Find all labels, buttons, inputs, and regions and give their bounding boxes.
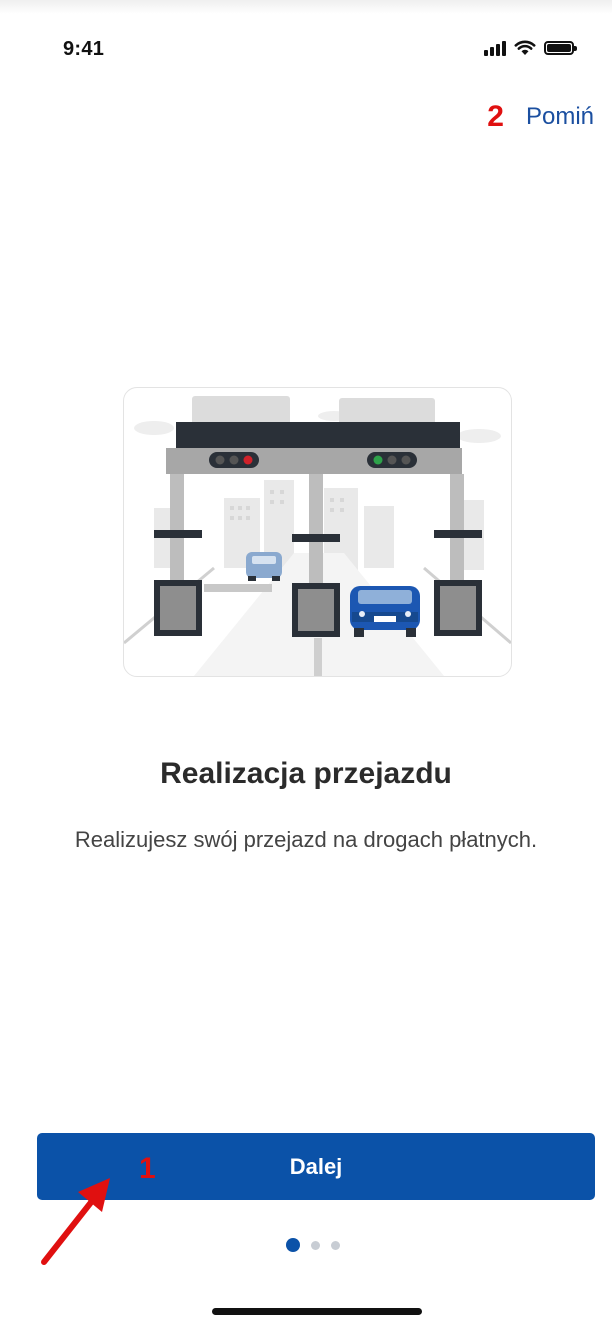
toll-gate-drawing: ↓↓ ↓↓ xyxy=(124,396,511,676)
skip-area: 2 Pomiń xyxy=(487,100,594,134)
page-indicator xyxy=(286,1238,340,1252)
next-button-label: Dalej xyxy=(289,1153,343,1179)
status-bar: 9:41 xyxy=(0,0,612,90)
onboarding-description: Realizujesz swój przejazd na drogach pła… xyxy=(74,827,538,852)
status-icons xyxy=(484,40,577,56)
annotation-arrow-icon xyxy=(41,1178,110,1265)
next-button[interactable]: Dalej xyxy=(37,1133,595,1200)
home-indicator[interactable] xyxy=(212,1308,422,1315)
onboarding-title: Realizacja przejazdu xyxy=(160,757,452,790)
status-time: 9:41 xyxy=(63,38,105,60)
battery-icon xyxy=(544,41,577,55)
page-dot-2 xyxy=(311,1240,320,1250)
toll-gate-illustration: ↓↓ ↓↓ xyxy=(123,387,512,677)
annotation-marker-2: 2 xyxy=(487,100,504,133)
page-dot-1 xyxy=(286,1238,300,1252)
cellular-signal-icon xyxy=(484,40,506,56)
wifi-icon xyxy=(514,40,536,55)
page-dot-3 xyxy=(331,1240,340,1250)
annotation-marker-1: 1 xyxy=(139,1152,156,1185)
skip-button[interactable]: Pomiń xyxy=(526,103,594,131)
